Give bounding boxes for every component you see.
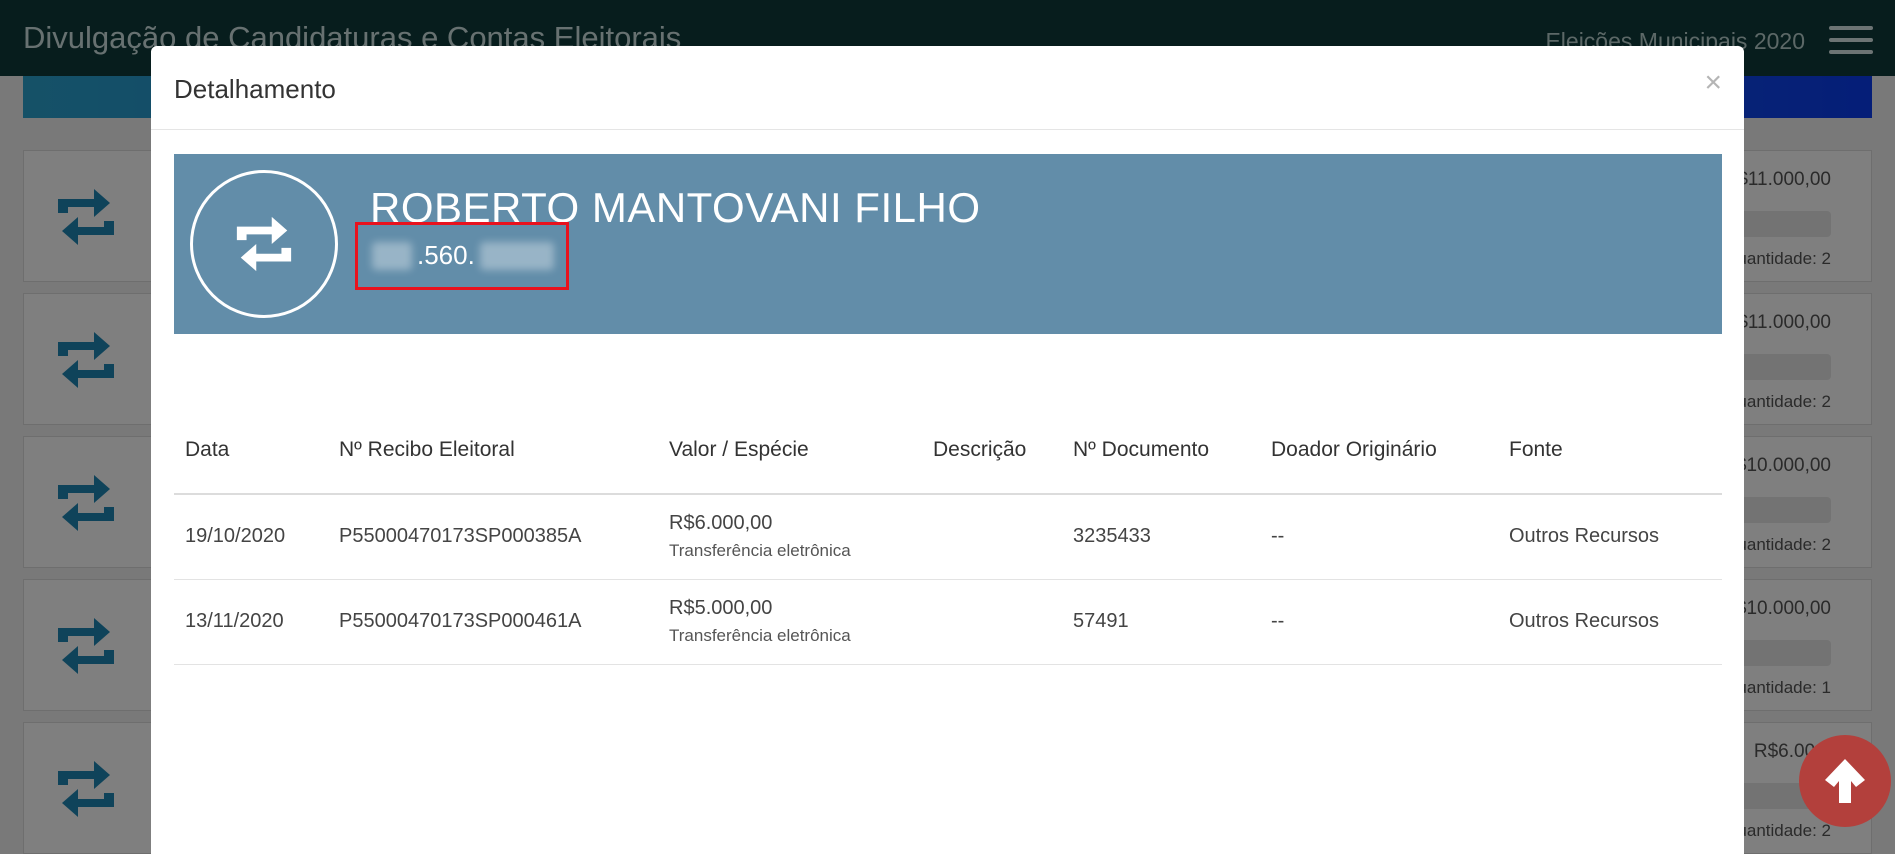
col-header-fonte: Fonte: [1498, 406, 1722, 495]
valor-amount: R$5.000,00: [669, 597, 773, 619]
cell-data: 19/10/2020: [174, 494, 328, 580]
cell-documento: 57491: [1062, 579, 1260, 665]
table-row: 13/11/2020 P55000470173SP000461A R$5.000…: [174, 579, 1722, 665]
detail-modal: Detalhamento × ROBERTO MANTOVANI FILHO .…: [151, 46, 1744, 854]
modal-title: Detalhamento: [174, 74, 336, 104]
close-icon[interactable]: ×: [1704, 68, 1722, 98]
cell-recibo: P55000470173SP000461A: [328, 579, 658, 665]
transfer-arrows-icon: [236, 216, 292, 272]
arrow-up-icon: [1825, 759, 1865, 803]
cell-descricao: [922, 494, 1062, 580]
cell-doador: --: [1260, 494, 1498, 580]
modal-header: Detalhamento ×: [151, 46, 1744, 130]
donor-banner: ROBERTO MANTOVANI FILHO .560.: [174, 154, 1722, 334]
col-header-recibo: Nº Recibo Eleitoral: [328, 406, 658, 495]
redacted-blur: [372, 242, 412, 270]
cell-data: 13/11/2020: [174, 579, 328, 665]
col-header-data: Data: [174, 406, 328, 495]
cell-recibo: P55000470173SP000385A: [328, 494, 658, 580]
cell-fonte: Outros Recursos: [1498, 579, 1722, 665]
valor-especie: Transferência eletrônica: [669, 541, 851, 561]
donor-document: .560.: [417, 240, 475, 270]
col-header-valor: Valor / Espécie: [658, 406, 922, 495]
valor-especie: Transferência eletrônica: [669, 626, 851, 645]
table-header-row: Data Nº Recibo Eleitoral Valor / Espécie…: [174, 406, 1722, 495]
col-header-descricao: Descrição: [922, 406, 1062, 495]
donor-document-highlight: .560.: [355, 222, 569, 290]
donor-avatar: [190, 170, 338, 318]
cell-descricao: [922, 579, 1062, 665]
cell-valor: R$5.000,00 Transferência eletrônica: [658, 579, 922, 665]
receipts-table: Data Nº Recibo Eleitoral Valor / Espécie…: [174, 406, 1722, 665]
col-header-documento: Nº Documento: [1062, 406, 1260, 495]
scroll-to-top-button[interactable]: [1799, 735, 1891, 827]
cell-documento: 3235433: [1062, 494, 1260, 580]
cell-doador: --: [1260, 579, 1498, 665]
redacted-blur: [480, 242, 554, 270]
cell-valor: R$6.000,00 Transferência eletrônica: [658, 494, 922, 580]
valor-amount: R$6.000,00: [669, 512, 773, 535]
cell-fonte: Outros Recursos: [1498, 494, 1722, 580]
col-header-doador: Doador Originário: [1260, 406, 1498, 495]
table-row: 19/10/2020 P55000470173SP000385A R$6.000…: [174, 494, 1722, 580]
